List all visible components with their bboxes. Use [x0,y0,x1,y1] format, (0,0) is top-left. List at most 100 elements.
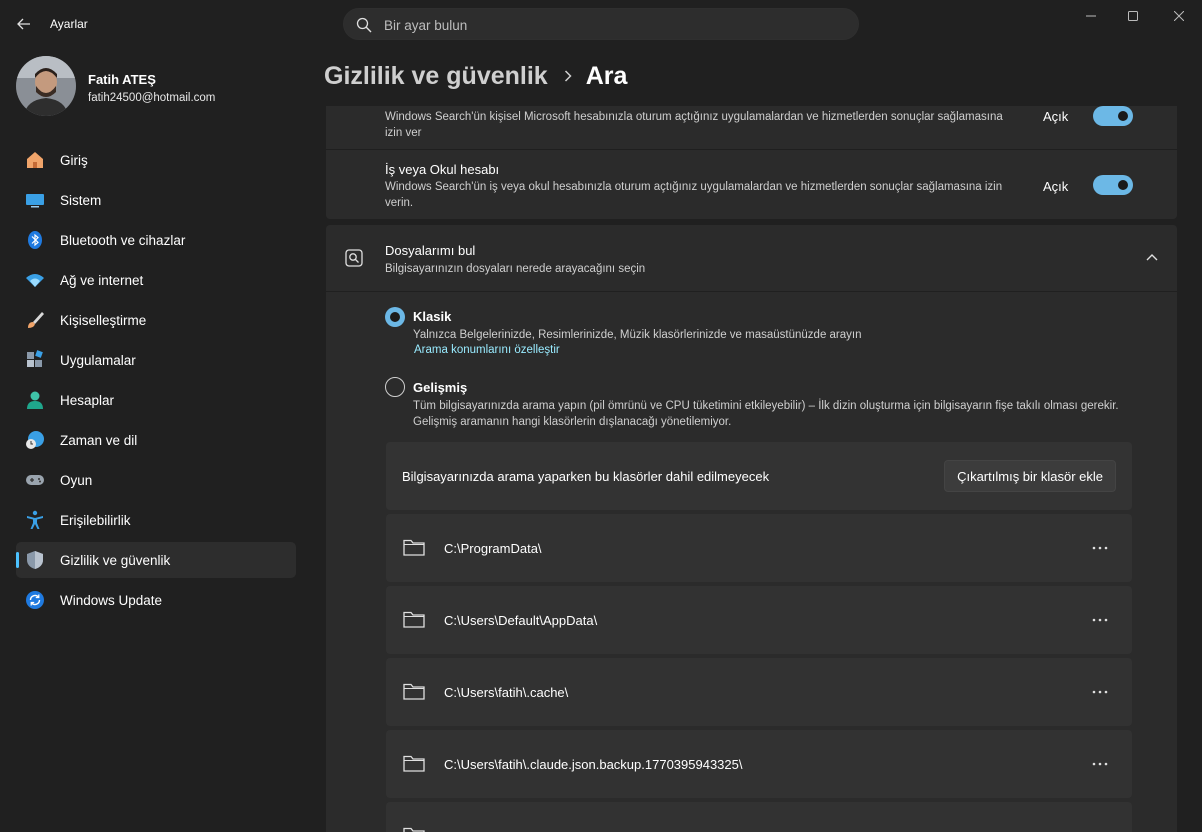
update-icon [26,591,44,609]
sidebar-item-label: Sistem [60,193,102,208]
folder-path: C:\Users\Default\AppData\ [444,613,598,628]
sidebar-nav: Giriş Sistem Bluetooth ve cihazlar Ağ ve… [16,142,296,622]
excluded-folder-row: C:\ProgramData\ [386,514,1132,582]
title-bar: Ayarlar [0,0,1202,48]
excluded-folder-row: C:\Users\Default\AppData\ [386,586,1132,654]
sidebar-item-privacy-security[interactable]: Gizlilik ve güvenlik [16,542,296,578]
folder-icon [403,827,425,832]
excluded-folder-row-partial [386,802,1132,832]
file-search-icon [345,249,363,267]
sidebar-item-time-language[interactable]: Zaman ve dil [16,422,296,458]
add-excluded-folder-button[interactable]: Çıkartılmış bir klasör ekle [944,460,1116,492]
classic-radio[interactable] [385,307,405,327]
find-my-files-title: Dosyalarımı bul [385,243,476,258]
bluetooth-icon [28,231,42,249]
wifi-icon [26,274,44,287]
customize-search-locations-link[interactable]: Arama konumlarını özelleştir [414,344,560,356]
sidebar-item-label: Oyun [60,473,93,488]
home-icon [27,152,43,168]
sidebar-item-bluetooth[interactable]: Bluetooth ve cihazlar [16,222,296,258]
globe-clock-icon [26,431,44,449]
folder-path: C:\ProgramData\ [444,541,542,556]
folder-icon [403,683,425,700]
sidebar-item-personalization[interactable]: Kişiselleştirme [16,302,296,338]
sidebar-item-home[interactable]: Giriş [16,142,296,178]
brush-icon [28,312,44,328]
accessibility-icon [27,510,43,529]
search-icon [356,17,372,33]
microsoft-account-toggle[interactable] [1093,106,1133,126]
sidebar-item-label: Bluetooth ve cihazlar [60,233,186,248]
cloud-search-card: Windows Search'ün kişisel Microsoft hesa… [326,106,1177,219]
app-title: Ayarlar [50,17,88,31]
sidebar-item-accessibility[interactable]: Erişilebilirlik [16,502,296,538]
more-horizontal-icon [1092,618,1108,622]
settings-search-box[interactable] [343,8,859,40]
sidebar-item-label: Erişilebilirlik [60,513,131,528]
excluded-folder-row: C:\Users\fatih\.claude.json.backup.17703… [386,730,1132,798]
person-icon [27,391,43,409]
minimize-icon [1086,15,1096,17]
sidebar-item-label: Zaman ve dil [60,433,138,448]
folder-icon [403,539,425,556]
close-icon [1174,11,1184,21]
sidebar-item-label: Windows Update [60,593,163,608]
more-options-button[interactable] [1088,536,1112,560]
gamepad-icon [26,475,44,485]
maximize-button[interactable] [1118,6,1148,26]
breadcrumb-parent[interactable]: Gizlilik ve güvenlik [324,62,548,91]
sidebar-item-label: Hesaplar [60,393,115,408]
more-horizontal-icon [1092,762,1108,766]
find-my-files-subtitle: Bilgisayarınızın dosyaları nerede arayac… [385,263,646,275]
work-account-toggle-state: Açık [1043,179,1069,194]
folder-icon [403,755,425,772]
maximize-icon [1128,11,1138,21]
content-area: Windows Search'ün kişisel Microsoft hesa… [326,106,1177,832]
sidebar-item-network[interactable]: Ağ ve internet [16,262,296,298]
work-account-toggle[interactable] [1093,175,1133,195]
monitor-icon [26,194,44,208]
more-options-button[interactable] [1088,752,1112,776]
sidebar-item-label: Giriş [60,153,88,168]
more-horizontal-icon [1092,690,1108,694]
sidebar-item-gaming[interactable]: Oyun [16,462,296,498]
more-options-button[interactable] [1088,680,1112,704]
enhanced-title: Gelişmiş [413,380,468,395]
user-name: Fatih ATEŞ [88,72,156,87]
folder-path: C:\Users\fatih\.claude.json.backup.17703… [444,757,743,772]
excluded-folders-label: Bilgisayarınızda arama yaparken bu klasö… [402,469,770,484]
apps-icon [27,350,43,367]
close-button[interactable] [1164,6,1194,26]
microsoft-account-toggle-state: Açık [1043,109,1069,124]
sidebar-item-system[interactable]: Sistem [16,182,296,218]
enhanced-desc: Tüm bilgisayarınızda arama yapın (pil öm… [413,400,1119,428]
user-photo-icon [16,56,76,116]
page-title: Ara [585,61,628,90]
microsoft-account-desc: Windows Search'ün kişisel Microsoft hesa… [385,111,1003,139]
more-options-button[interactable] [1088,608,1112,632]
folder-icon [403,611,425,628]
sidebar-item-label: Kişiselleştirme [60,313,147,328]
work-account-desc: Windows Search'ün iş veya okul hesabınız… [385,181,1003,209]
find-my-files-body: Klasik Yalnızca Belgelerinizde, Resimler… [326,292,1177,832]
back-button[interactable] [14,14,34,34]
excluded-folders-header: Bilgisayarınızda arama yaparken bu klasö… [386,442,1132,510]
work-account-title: İş veya Okul hesabı [385,162,500,177]
sidebar-item-apps[interactable]: Uygulamalar [16,342,296,378]
find-my-files-header[interactable]: Dosyalarımı bul Bilgisayarınızın dosyala… [326,225,1177,291]
more-horizontal-icon [1092,546,1108,550]
chevron-up-icon[interactable] [1146,253,1158,261]
excluded-folder-row: C:\Users\fatih\.cache\ [386,658,1132,726]
search-input[interactable] [384,15,844,35]
minimize-button[interactable] [1076,6,1106,26]
avatar[interactable] [16,56,76,116]
classic-title: Klasik [413,309,452,324]
sidebar-item-label: Ağ ve internet [60,273,144,288]
sidebar-item-windows-update[interactable]: Windows Update [16,582,296,618]
back-arrow-icon [17,18,30,30]
divider [326,149,1177,150]
user-email: fatih24500@hotmail.com [88,92,216,104]
sidebar-item-accounts[interactable]: Hesaplar [16,382,296,418]
enhanced-radio[interactable] [385,377,405,397]
sidebar-item-label: Uygulamalar [60,353,136,368]
